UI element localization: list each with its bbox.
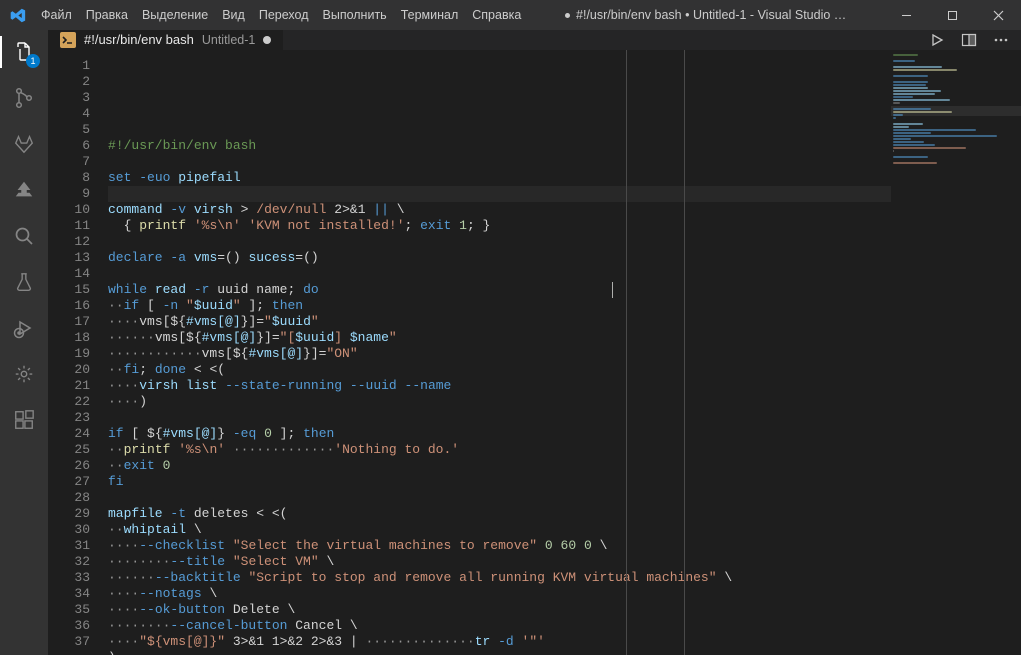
code-line: ······vms[${#vms[@]}]="[$uuid] $name"	[108, 330, 891, 346]
code-line: fi	[108, 474, 891, 490]
code-content[interactable]: #!/usr/bin/env bash set -euo pipefail comm…	[108, 50, 891, 655]
window-title-text: #!/usr/bin/env bash • Untitled-1 - Visua…	[576, 8, 846, 22]
code-line	[108, 266, 891, 282]
code-line: ··printf '%s\n' ·············'Nothing to…	[108, 442, 891, 458]
close-button[interactable]	[975, 0, 1021, 30]
editor-tabs: #!/usr/bin/env bash Untitled-1	[48, 30, 1021, 50]
minimap[interactable]	[891, 50, 1021, 655]
run-button[interactable]	[927, 30, 947, 50]
code-line	[108, 186, 891, 202]
title-bar: ФайлПравкаВыделениеВидПереходВыполнитьТе…	[0, 0, 1021, 30]
menu-item-2[interactable]: Выделение	[135, 0, 215, 30]
explorer-badge: 1	[26, 54, 40, 68]
code-line: { printf '%s\n' 'KVM not installed!'; ex…	[108, 218, 891, 234]
code-line: ····--notags \	[108, 586, 891, 602]
menu-item-5[interactable]: Выполнить	[316, 0, 394, 30]
tab-language-label: #!/usr/bin/env bash	[84, 32, 194, 47]
code-line: #!/usr/bin/env bash	[108, 138, 891, 154]
code-line: if [ ${#vms[@]} -eq 0 ]; then	[108, 426, 891, 442]
code-line: ····--checklist "Select the virtual mach…	[108, 538, 891, 554]
app-logo	[0, 7, 34, 24]
code-line: command -v virsh > /dev/null 2>&1 || \	[108, 202, 891, 218]
tree-icon[interactable]	[10, 176, 38, 204]
code-line: while read -r uuid name; do	[108, 282, 891, 298]
menu-item-4[interactable]: Переход	[252, 0, 316, 30]
code-line	[108, 154, 891, 170]
modified-indicator-icon	[263, 36, 271, 44]
code-line: ······--backtitle "Script to stop and re…	[108, 570, 891, 586]
code-line: declare -a vms=() sucess=()	[108, 250, 891, 266]
code-editor[interactable]: 1234567891011121314151617181920212223242…	[48, 50, 1021, 655]
code-line	[108, 234, 891, 250]
code-line: set -euo pipefail	[108, 170, 891, 186]
menu-item-1[interactable]: Правка	[79, 0, 135, 30]
shell-file-icon	[60, 32, 76, 48]
code-line: mapfile -t deletes < <(	[108, 506, 891, 522]
settings-gear-icon[interactable]	[10, 360, 38, 388]
test-icon[interactable]	[10, 268, 38, 296]
window-title: #!/usr/bin/env bash • Untitled-1 - Visua…	[528, 8, 883, 22]
modified-dot-icon	[565, 13, 570, 18]
ruler-2	[684, 50, 685, 655]
activity-bar: 1	[0, 30, 48, 655]
more-actions-button[interactable]	[991, 30, 1011, 50]
menu-item-7[interactable]: Справка	[465, 0, 528, 30]
extensions-icon[interactable]	[10, 406, 38, 434]
gitlab-icon[interactable]	[10, 130, 38, 158]
debug-icon[interactable]	[10, 314, 38, 342]
code-line: ····virsh list --state-running --uuid --…	[108, 378, 891, 394]
scm-icon[interactable]	[10, 84, 38, 112]
code-line: ··whiptail \	[108, 522, 891, 538]
code-line: ····--ok-button Delete \	[108, 602, 891, 618]
menu-item-6[interactable]: Терминал	[394, 0, 466, 30]
menu-item-0[interactable]: Файл	[34, 0, 79, 30]
menu-item-3[interactable]: Вид	[215, 0, 252, 30]
search-icon[interactable]	[10, 222, 38, 250]
code-line: ····)	[108, 394, 891, 410]
maximize-button[interactable]	[929, 0, 975, 30]
menu-bar: ФайлПравкаВыделениеВидПереходВыполнитьТе…	[34, 0, 528, 30]
tab-file-label: Untitled-1	[202, 33, 256, 47]
code-line	[108, 410, 891, 426]
split-editor-button[interactable]	[959, 30, 979, 50]
code-line: ··if [ -n "$uuid" ]; then	[108, 298, 891, 314]
code-line: ··fi; done < <(	[108, 362, 891, 378]
window-controls	[883, 0, 1021, 30]
code-line: ············vms[${#vms[@]}]="ON"	[108, 346, 891, 362]
code-line	[108, 490, 891, 506]
tab-active[interactable]: #!/usr/bin/env bash Untitled-1	[48, 30, 283, 50]
code-line: ··exit 0	[108, 458, 891, 474]
ruler-1	[626, 50, 627, 655]
code-line: ········--cancel-button Cancel \	[108, 618, 891, 634]
explorer-icon[interactable]: 1	[10, 38, 38, 66]
code-line: ········--title "Select VM" \	[108, 554, 891, 570]
code-line: ····"${vms[@]}" 3>&1 1>&2 2>&3 | ·······…	[108, 634, 891, 650]
text-cursor	[612, 282, 613, 298]
minimize-button[interactable]	[883, 0, 929, 30]
code-line: )	[108, 650, 891, 655]
code-line: ····vms[${#vms[@]}]="$uuid"	[108, 314, 891, 330]
line-numbers: 1234567891011121314151617181920212223242…	[48, 50, 108, 655]
